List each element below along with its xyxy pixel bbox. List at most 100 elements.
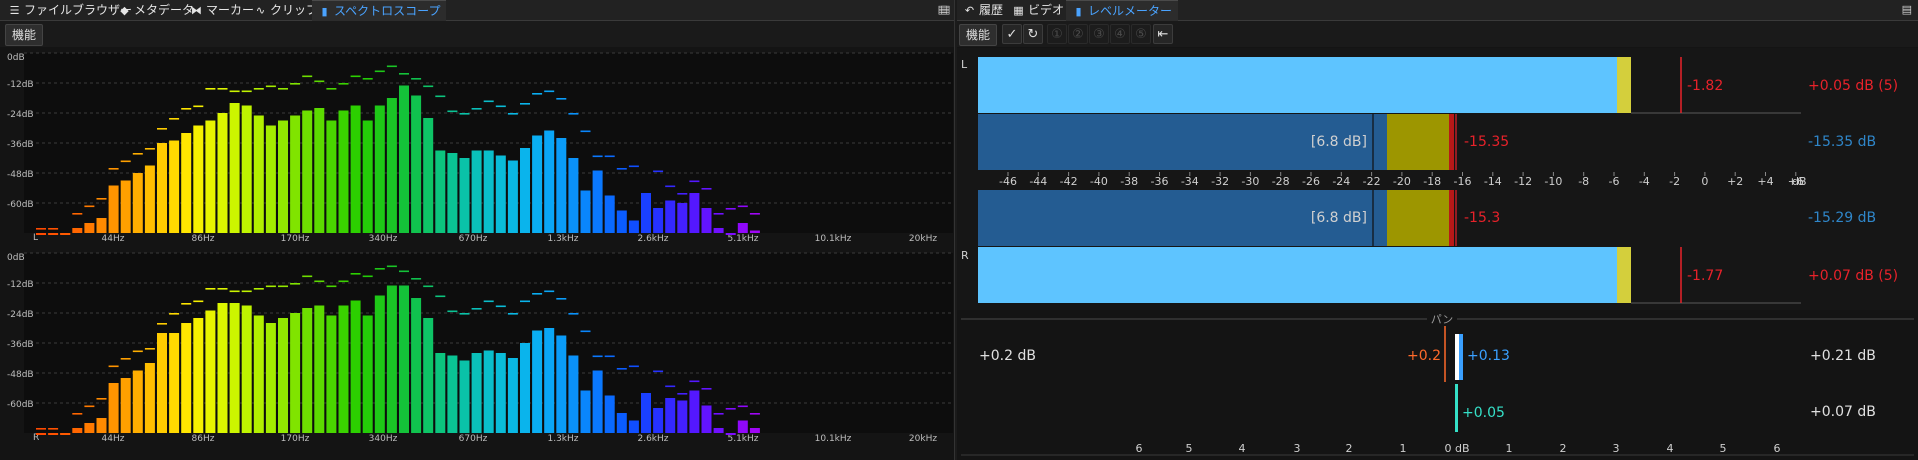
spectrum-peak xyxy=(326,88,337,90)
scale-label: +4 xyxy=(1757,175,1773,188)
tab-3[interactable]: ∿ クリップ xyxy=(254,0,318,20)
function-button[interactable]: 機能 xyxy=(959,24,998,46)
spectrum-peak xyxy=(253,88,264,90)
tab-2[interactable]: ⧓ マーカー xyxy=(190,0,254,20)
spectrum-bar xyxy=(701,405,712,433)
spectrum-peak xyxy=(701,188,712,190)
x-tick-label: 44Hz xyxy=(102,434,125,444)
rms-value: -15.3 xyxy=(1464,210,1500,226)
scale-label: +2 xyxy=(1727,175,1743,188)
pan-scale-label: 3 xyxy=(1294,442,1301,455)
scale-label: -46 xyxy=(999,175,1017,188)
spectrum-peak xyxy=(677,393,688,395)
spectrum-peak xyxy=(435,295,446,298)
spectrum-peak xyxy=(665,385,676,388)
slot-2-icon[interactable]: ② xyxy=(1068,24,1088,44)
spectrum-peak xyxy=(737,405,748,408)
spectrum-peak xyxy=(193,105,204,108)
slot-4-icon[interactable]: ④ xyxy=(1110,24,1130,44)
peak-hold-value: -1.77 xyxy=(1687,268,1723,284)
pan-mid-value: +0.05 xyxy=(1462,405,1505,421)
pan-scale-label: 1 xyxy=(1506,442,1513,455)
spectrum-peak xyxy=(641,395,651,398)
spectrum-bar xyxy=(507,358,518,433)
peak-bar xyxy=(978,57,1617,113)
spectrum-bar xyxy=(544,130,555,233)
spectrum-bar xyxy=(362,315,373,433)
spectrum-peak xyxy=(701,388,712,390)
tab-4[interactable]: ▮ スペクトロスコープ xyxy=(312,0,447,21)
spectrum-bar xyxy=(616,210,627,233)
spectrum-bar xyxy=(641,393,651,433)
spectrum-peak xyxy=(108,365,119,368)
reset-icon[interactable]: ⇤ xyxy=(1153,24,1173,44)
spectrum-bar xyxy=(96,218,107,233)
check-icon[interactable]: ✓ xyxy=(1002,24,1022,44)
spectrum-peak xyxy=(556,298,567,300)
spectrum-bar xyxy=(532,330,543,433)
spectrum-bar xyxy=(217,303,228,433)
scale-label: -34 xyxy=(1181,175,1199,188)
y-tick-label: -48dB xyxy=(7,170,34,180)
spectrum-bar xyxy=(386,98,397,233)
clip-icon: ∿ xyxy=(255,4,266,17)
spectrum-peak xyxy=(60,233,71,235)
spectrum-bar xyxy=(701,208,712,233)
x-tick-label: 1.3kHz xyxy=(547,234,578,244)
spectrum-peak xyxy=(229,90,240,93)
spectrum-bar xyxy=(84,223,95,233)
tab-0[interactable]: ☰ ファイルブラウザー xyxy=(8,0,132,20)
spectrum-peak xyxy=(580,330,591,333)
spectrum-bar xyxy=(689,193,700,233)
spectrum-peak xyxy=(749,213,760,215)
function-button[interactable]: 機能 xyxy=(5,24,44,46)
spectrum-peak xyxy=(628,365,639,368)
spectrum-peak xyxy=(217,88,228,90)
slot-5-icon[interactable]: ⑤ xyxy=(1131,24,1151,44)
spectrum-peak xyxy=(290,83,301,85)
spectrum-peak xyxy=(483,300,494,303)
scale-label: -32 xyxy=(1211,175,1229,188)
spectrum-bar xyxy=(495,155,506,233)
spectrum-bar xyxy=(265,323,276,433)
spectrum-peak xyxy=(713,213,724,215)
x-tick-label: 1.3kHz xyxy=(547,434,578,444)
slot-3-icon[interactable]: ③ xyxy=(1089,24,1109,44)
tab-label: スペクトロスコープ xyxy=(334,4,441,18)
scale-label: -24 xyxy=(1332,175,1350,188)
spectrum-bar xyxy=(725,233,736,235)
spectrum-bar xyxy=(253,315,264,433)
x-tick-label: 10.1kHz xyxy=(815,234,852,244)
scale-label: -20 xyxy=(1393,175,1411,188)
tab-1[interactable]: ◆ メタデータ xyxy=(118,0,194,20)
spectrum-peak xyxy=(132,153,143,155)
scale-label: -10 xyxy=(1544,175,1562,188)
spectrum-bar xyxy=(737,420,748,433)
spectrum-peak xyxy=(157,323,167,325)
y-tick-label: -60dB xyxy=(7,200,34,210)
refresh-icon[interactable]: ↻ xyxy=(1023,24,1043,44)
spectrum-bar xyxy=(144,363,155,433)
y-tick-label: -12dB xyxy=(7,280,34,290)
slot-1-icon[interactable]: ① xyxy=(1047,24,1067,44)
x-tick-label: 340Hz xyxy=(369,434,398,444)
y-tick-label: -36dB xyxy=(7,140,34,150)
spectrum-bar xyxy=(169,333,180,433)
spectrum-bar xyxy=(568,355,579,433)
pin-icon[interactable]: ▤ xyxy=(940,3,1912,16)
spectrum-bar xyxy=(532,135,543,233)
spectrum-bar xyxy=(628,420,639,433)
pan-scale-label: 5 xyxy=(1186,442,1193,455)
spectrum-peak xyxy=(507,313,518,315)
spectrum-peak xyxy=(48,228,59,230)
spectrum-peak xyxy=(374,70,385,73)
spectrum-peak xyxy=(96,398,107,400)
pan-right-total: +0.21 dB xyxy=(1810,348,1876,364)
spectrum-bar xyxy=(350,105,361,233)
spectrum-bar xyxy=(689,390,700,433)
spectrum-peak xyxy=(725,408,736,410)
loudness-bar xyxy=(1387,114,1449,170)
spectrum-bar xyxy=(205,120,216,233)
spectrum-bar xyxy=(568,158,579,233)
scale-label: -26 xyxy=(1302,175,1320,188)
